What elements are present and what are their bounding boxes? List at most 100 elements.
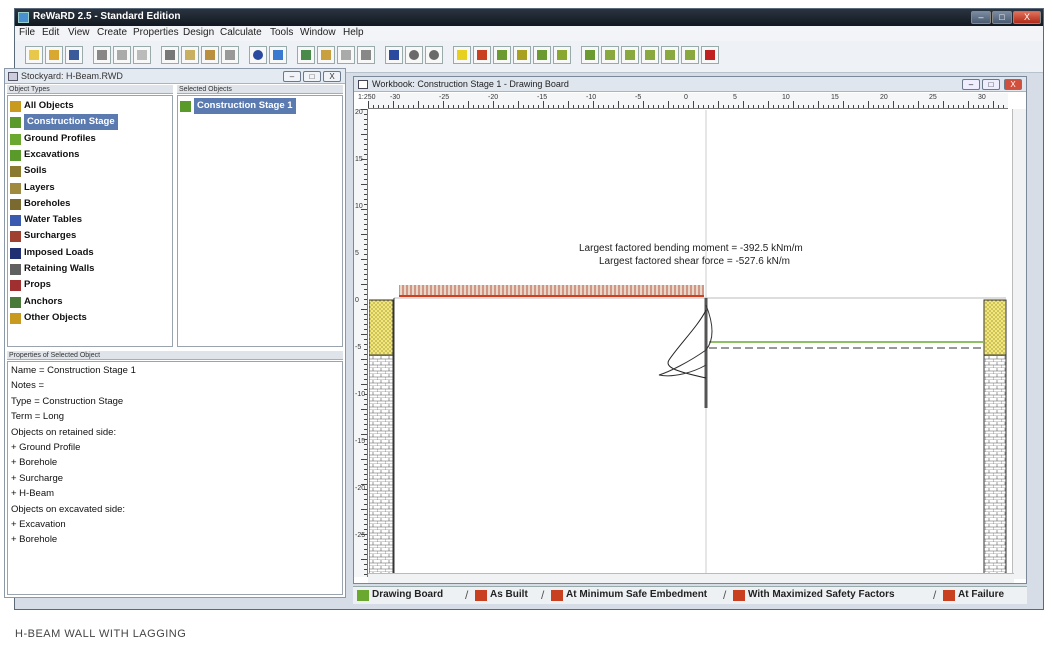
minimize-button[interactable]: – bbox=[971, 11, 991, 24]
hruler-tick bbox=[448, 105, 449, 108]
hruler-tick bbox=[418, 101, 419, 108]
hruler-tick bbox=[578, 105, 579, 108]
selected-object-label: Construction Stage 1 bbox=[194, 98, 296, 114]
save-button[interactable] bbox=[65, 46, 83, 64]
hruler-tick bbox=[613, 105, 614, 108]
info-button[interactable] bbox=[249, 46, 267, 64]
zoom-out-button[interactable] bbox=[425, 46, 443, 64]
grid-button[interactable] bbox=[357, 46, 375, 64]
menu-help[interactable]: Help bbox=[343, 27, 364, 38]
stockyard-minimize-button[interactable]: – bbox=[283, 71, 301, 82]
stage-2-button[interactable] bbox=[493, 46, 511, 64]
vruler-tick bbox=[361, 309, 367, 310]
new-button[interactable] bbox=[25, 46, 43, 64]
help-button[interactable] bbox=[269, 46, 287, 64]
stage-1-button[interactable] bbox=[473, 46, 491, 64]
hruler-tick bbox=[478, 105, 479, 108]
view-1-button[interactable] bbox=[581, 46, 599, 64]
boreholes-icon bbox=[10, 198, 21, 210]
vruler-tick bbox=[361, 409, 367, 410]
hruler-tick bbox=[583, 105, 584, 108]
menu-edit[interactable]: Edit bbox=[42, 27, 59, 38]
view-4-button[interactable] bbox=[641, 46, 659, 64]
stage-4-button[interactable] bbox=[533, 46, 551, 64]
vruler-tick bbox=[364, 214, 367, 215]
chart-button[interactable] bbox=[297, 46, 315, 64]
stockyard-maximize-button[interactable]: □ bbox=[303, 71, 321, 82]
property-line: Name = Construction Stage 1 bbox=[11, 365, 136, 376]
delete-button[interactable] bbox=[221, 46, 239, 64]
view-icon bbox=[585, 50, 595, 60]
vertical-ruler: 20 15 10 5 0 -5 -10 -15 -20 -25 bbox=[354, 109, 368, 577]
vruler-tick bbox=[364, 429, 367, 430]
hruler-tick bbox=[873, 105, 874, 108]
cut-button[interactable] bbox=[161, 46, 179, 64]
vruler-tick bbox=[364, 164, 367, 165]
calculate-button[interactable] bbox=[453, 46, 471, 64]
tab-separator: / bbox=[541, 588, 545, 602]
horizontal-scrollbar[interactable] bbox=[368, 573, 1014, 583]
table-button[interactable] bbox=[337, 46, 355, 64]
hruler-tick-label: 5 bbox=[733, 94, 737, 101]
page-setup-button[interactable] bbox=[133, 46, 151, 64]
figure-caption: H-BEAM WALL WITH LAGGING bbox=[15, 628, 187, 640]
open-button[interactable] bbox=[45, 46, 63, 64]
paste-button[interactable] bbox=[201, 46, 219, 64]
tab-label: Drawing Board bbox=[372, 589, 444, 600]
preview-button[interactable] bbox=[113, 46, 131, 64]
hruler-tick-label: 30 bbox=[978, 94, 986, 101]
tab-separator: / bbox=[933, 588, 937, 602]
hruler-tick bbox=[708, 105, 709, 108]
stockyard-close-button[interactable]: X bbox=[323, 71, 341, 82]
vertical-scrollbar[interactable] bbox=[1012, 109, 1026, 579]
select-button[interactable] bbox=[385, 46, 403, 64]
zoom-in-button[interactable] bbox=[405, 46, 423, 64]
view-5-button[interactable] bbox=[661, 46, 679, 64]
vruler-tick bbox=[364, 469, 367, 470]
menu-create[interactable]: Create bbox=[97, 27, 127, 38]
hruler-tick bbox=[753, 105, 754, 108]
hruler-tick bbox=[558, 105, 559, 108]
property-line: Term = Long bbox=[11, 411, 65, 423]
copy-button[interactable] bbox=[181, 46, 199, 64]
drawing-canvas[interactable]: Largest factored bending moment = -392.5… bbox=[369, 110, 1009, 576]
print-button[interactable] bbox=[93, 46, 111, 64]
properties-list: Name = Construction Stage 1 Notes = Type =… bbox=[7, 361, 343, 595]
vruler-tick bbox=[361, 359, 367, 360]
tab-stage-icon bbox=[357, 590, 369, 601]
hruler-tick bbox=[958, 105, 959, 108]
hruler-tick bbox=[403, 105, 404, 108]
menu-window[interactable]: Window bbox=[300, 27, 336, 38]
stage-3-button[interactable] bbox=[513, 46, 531, 64]
menu-design[interactable]: Design bbox=[183, 27, 214, 38]
hruler-tick bbox=[393, 101, 394, 108]
delete-icon bbox=[225, 50, 235, 60]
menu-tools[interactable]: Tools bbox=[270, 27, 293, 38]
view-2-button[interactable] bbox=[601, 46, 619, 64]
cross-section-drawing bbox=[369, 110, 1007, 576]
hruler-tick bbox=[553, 105, 554, 108]
close-button[interactable]: X bbox=[1013, 11, 1041, 24]
board-maximize-button[interactable]: □ bbox=[982, 79, 1000, 90]
failure-button[interactable] bbox=[701, 46, 719, 64]
vruler-tick bbox=[364, 314, 367, 315]
menu-calculate[interactable]: Calculate bbox=[220, 27, 262, 38]
view-3-button[interactable] bbox=[621, 46, 639, 64]
hruler-tick bbox=[373, 105, 374, 108]
stage-5-button[interactable] bbox=[553, 46, 571, 64]
menu-view[interactable]: View bbox=[68, 27, 90, 38]
view-6-button[interactable] bbox=[681, 46, 699, 64]
board-close-button[interactable]: X bbox=[1004, 79, 1022, 90]
hruler-tick bbox=[608, 105, 609, 108]
property-line: + H-Beam bbox=[11, 488, 55, 500]
menu-file[interactable]: File bbox=[19, 27, 35, 38]
report-button[interactable] bbox=[317, 46, 335, 64]
maximize-button[interactable]: □ bbox=[992, 11, 1012, 24]
menu-properties[interactable]: Properties bbox=[133, 27, 179, 38]
object-type-label: Imposed Loads bbox=[24, 246, 94, 258]
hruler-tick bbox=[848, 105, 849, 108]
hruler-tick-label: 20 bbox=[880, 94, 888, 101]
vruler-tick bbox=[364, 224, 367, 225]
vruler-tick bbox=[364, 204, 367, 205]
board-minimize-button[interactable]: – bbox=[962, 79, 980, 90]
